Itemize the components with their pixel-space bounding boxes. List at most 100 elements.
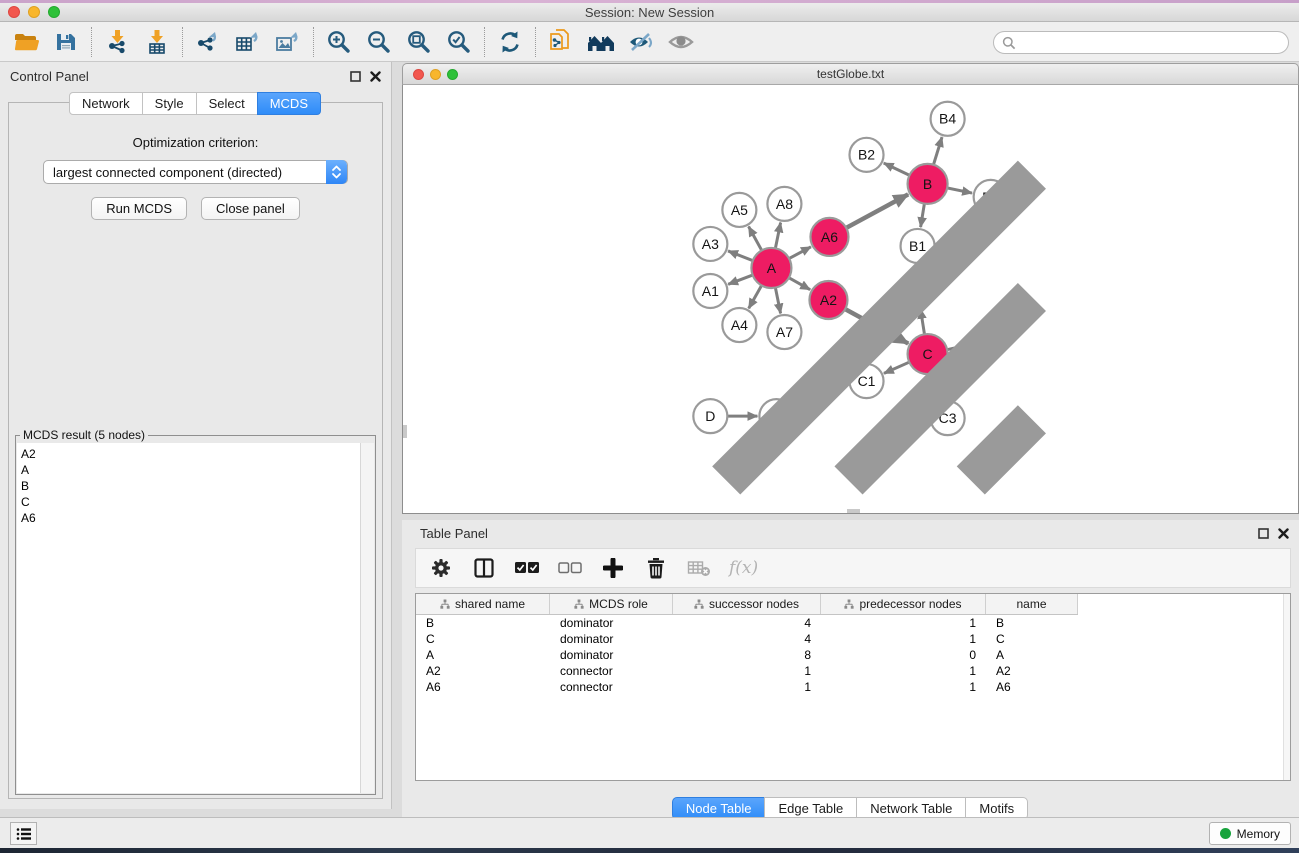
apply-layout-button[interactable] <box>490 25 530 59</box>
graphics-details-button[interactable] <box>621 25 661 59</box>
zoom-window-button[interactable] <box>48 6 60 18</box>
table-cell: 1 <box>821 664 986 678</box>
eye-icon <box>667 32 695 52</box>
window-title: Session: New Session <box>0 5 1299 20</box>
function-builder-button[interactable]: f(x) <box>729 558 758 578</box>
close-panel-icon[interactable] <box>1278 528 1289 539</box>
optimization-criterion-label: Optimization criterion: <box>9 135 382 150</box>
main-toolbar <box>0 22 1299 62</box>
network-close-button[interactable] <box>413 69 424 80</box>
open-folder-button[interactable] <box>6 25 46 59</box>
export-table-button[interactable] <box>228 25 268 59</box>
close-panel-button[interactable]: Close panel <box>201 197 300 220</box>
table-settings-button[interactable] <box>428 555 454 581</box>
create-column-button[interactable] <box>600 555 626 581</box>
trash-icon <box>646 557 666 579</box>
search-field[interactable] <box>993 31 1289 54</box>
import-network-button[interactable] <box>97 25 137 59</box>
resize-grip-icon[interactable] <box>401 83 1296 511</box>
open-network-file-button[interactable] <box>541 25 581 59</box>
zoom-out-button[interactable] <box>359 25 399 59</box>
zoom-in-button[interactable] <box>319 25 359 59</box>
float-panel-icon[interactable] <box>350 71 361 82</box>
table-row[interactable]: Adominator80A <box>416 647 1078 663</box>
split-panel-icon <box>473 557 495 579</box>
run-mcds-button[interactable]: Run MCDS <box>91 197 187 220</box>
table-cell: connector <box>550 680 673 694</box>
save-session-button[interactable] <box>46 25 86 59</box>
result-item[interactable]: A <box>21 462 360 478</box>
close-window-button[interactable] <box>8 6 20 18</box>
column-header-label: MCDS role <box>589 597 648 611</box>
delete-table-icon <box>687 559 711 577</box>
ndex-home-button[interactable] <box>581 25 621 59</box>
table-cell: A6 <box>986 680 1078 694</box>
desktop-edge-bottom <box>0 848 1299 853</box>
node-table[interactable]: shared name MCDS role successor nodesprede… <box>415 593 1291 781</box>
close-panel-icon[interactable] <box>370 71 381 82</box>
table-cell: 1 <box>673 664 821 678</box>
column-header-successor-nodes[interactable]: successor nodes <box>673 594 821 614</box>
column-header-shared-name[interactable]: shared name <box>416 594 550 614</box>
tab-network[interactable]: Network <box>69 92 143 115</box>
network-file-icon <box>548 28 574 56</box>
eye-slash-icon <box>627 31 655 53</box>
show-hide-panel-button[interactable] <box>661 25 701 59</box>
select-all-rows-button[interactable] <box>514 555 540 581</box>
network-zoom-button[interactable] <box>447 69 458 80</box>
task-history-button[interactable] <box>10 822 37 845</box>
result-item[interactable]: A2 <box>21 446 360 462</box>
result-item[interactable]: A6 <box>21 510 360 526</box>
tab-select[interactable]: Select <box>196 92 258 115</box>
result-scrollbar[interactable] <box>360 443 374 793</box>
delete-table-button[interactable] <box>686 555 712 581</box>
column-header-predecessor-nodes[interactable]: predecessor nodes <box>821 594 986 614</box>
toolbar-separator <box>182 27 183 57</box>
table-cell: C <box>986 632 1078 646</box>
table-row[interactable]: Cdominator41C <box>416 631 1078 647</box>
minimize-window-button[interactable] <box>28 6 40 18</box>
mcds-result-list[interactable]: A2ABCA6 <box>17 443 360 793</box>
app-screen: Session: New Session <box>0 0 1299 853</box>
float-panel-icon[interactable] <box>1258 528 1269 539</box>
toolbar-separator <box>484 27 485 57</box>
table-cell: A <box>986 648 1078 662</box>
deselect-all-rows-button[interactable] <box>557 555 583 581</box>
control-panel-tabs: NetworkStyleSelectMCDS <box>0 92 391 115</box>
tab-style[interactable]: Style <box>142 92 197 115</box>
table-cell: A6 <box>416 680 550 694</box>
export-image-button[interactable] <box>268 25 308 59</box>
main-area: Control Panel NetworkStyleSelectMCDS Opt… <box>0 62 1299 817</box>
table-cell: dominator <box>550 632 673 646</box>
column-header-name[interactable]: name <box>986 594 1078 614</box>
result-item[interactable]: C <box>21 494 360 510</box>
zoom-in-icon <box>326 29 352 55</box>
criterion-dropdown[interactable]: largest connected component (directed) <box>43 160 348 184</box>
zoom-selected-button[interactable] <box>439 25 479 59</box>
table-row[interactable]: A6connector11A6 <box>416 679 1078 695</box>
table-scrollbar[interactable] <box>1283 594 1290 780</box>
search-icon <box>1002 36 1016 50</box>
column-type-icon <box>440 599 450 609</box>
network-minimize-button[interactable] <box>430 69 441 80</box>
column-type-icon <box>844 599 854 609</box>
export-network-button[interactable] <box>188 25 228 59</box>
import-table-button[interactable] <box>137 25 177 59</box>
table-cell: 1 <box>673 680 821 694</box>
result-item[interactable]: B <box>21 478 360 494</box>
memory-button[interactable]: Memory <box>1209 822 1291 845</box>
table-row[interactable]: Bdominator41B <box>416 615 1078 631</box>
zoom-fit-icon <box>406 29 432 55</box>
zoom-fit-button[interactable] <box>399 25 439 59</box>
delete-column-button[interactable] <box>643 555 669 581</box>
ndex-houses-icon <box>586 31 616 53</box>
tab-mcds[interactable]: MCDS <box>257 92 321 115</box>
table-row[interactable]: A2connector11A2 <box>416 663 1078 679</box>
show-columns-button[interactable] <box>471 555 497 581</box>
export-image-icon <box>275 30 301 54</box>
column-header-MCDS-role[interactable]: MCDS role <box>550 594 673 614</box>
mcds-tab-content: Optimization criterion: largest connecte… <box>8 102 383 799</box>
search-input[interactable] <box>1016 32 1288 53</box>
network-canvas[interactable]: B4B2BB3A8A5A6A3B1AA1C2A2A4A7C4CC1C3DD1 <box>402 85 1299 514</box>
mcds-result-box: MCDS result (5 nodes) A2ABCA6 <box>15 435 376 795</box>
